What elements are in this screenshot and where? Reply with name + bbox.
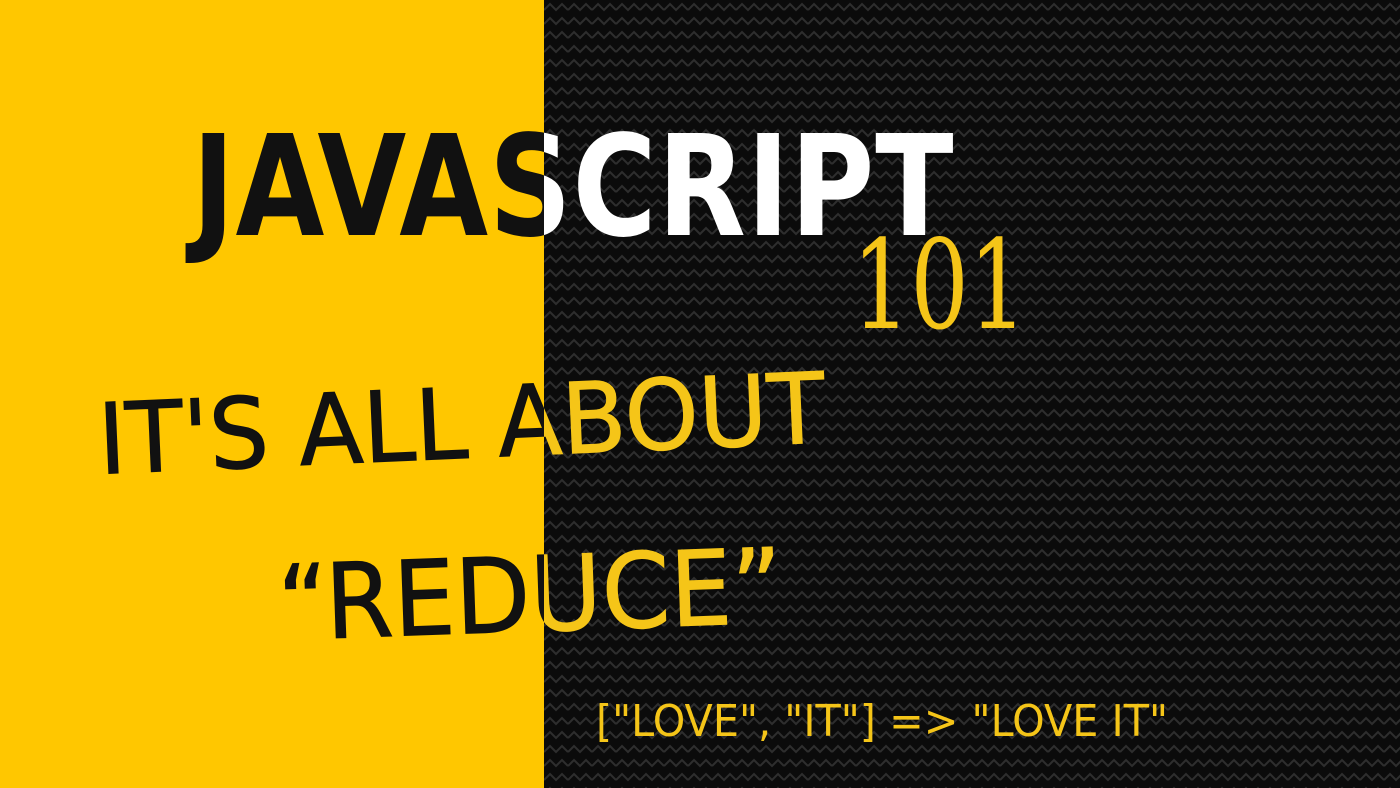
code-example: ["LOVE", "IT"] => "LOVE IT" xyxy=(596,696,1169,747)
javascript-101-banner: JAVASCRIPT IT'S ALL ABOUT “REDUCE” JAVAS… xyxy=(0,0,1400,788)
course-number: 101 xyxy=(852,214,1028,358)
